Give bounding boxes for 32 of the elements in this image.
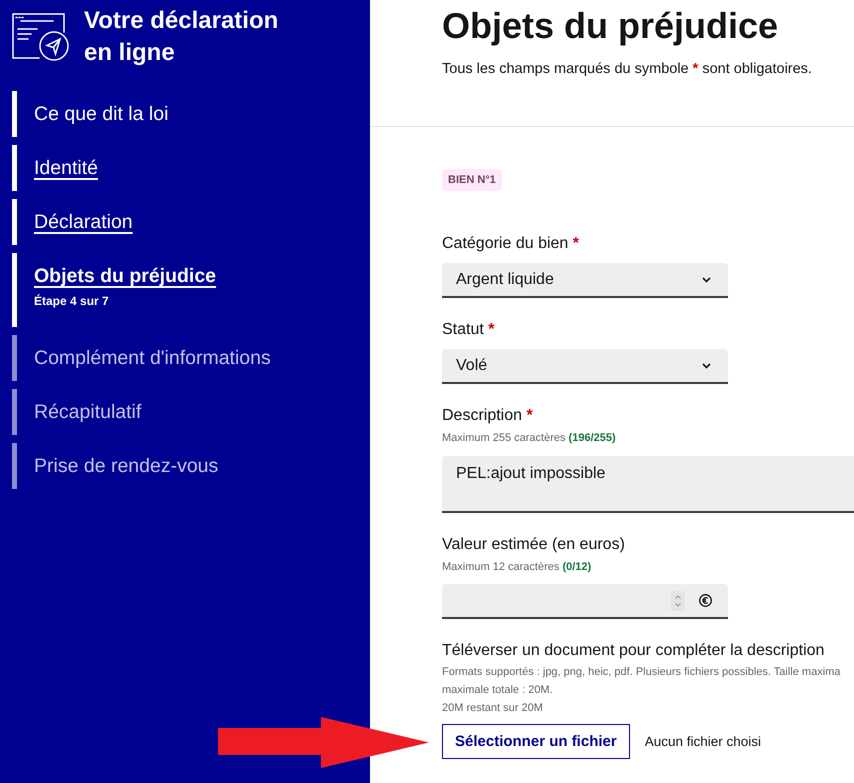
field-hint: Maximum 12 caractères (0/12) <box>442 560 592 575</box>
upload-quota: 20M restant sur 20M <box>442 701 543 716</box>
field-hint: Maximum 255 caractères (196/255) <box>442 431 616 446</box>
file-status: Aucun fichier choisi <box>644 734 762 749</box>
step-label: Complément d'informations <box>34 346 271 370</box>
field-label: Catégorie du bien * <box>442 234 579 254</box>
step-caption: Étape 4 sur 7 <box>34 293 109 309</box>
step-link[interactable]: Déclaration <box>34 210 133 234</box>
stepper-icon <box>671 590 685 610</box>
service-title: Votre déclaration en ligne <box>84 6 280 68</box>
chevron-down-icon <box>702 362 711 368</box>
description-field[interactable]: PEL:ajout impossible <box>442 456 854 513</box>
field-label: Statut * <box>442 320 494 340</box>
upload-hint: Formats supportés : jpg, png, heic, pdf. Plusieurs fichiers possibles. Taille maxima maximale totale : 20M. <box>442 665 840 698</box>
select-field[interactable]: Volé <box>442 349 728 384</box>
amount-field[interactable] <box>442 584 728 619</box>
item-badge: BIEN N°1 <box>442 169 502 191</box>
required-fields-note: Tous les champs marqués du symbole * sont obligatoires. <box>442 60 813 78</box>
select-field[interactable]: Argent liquide <box>442 263 728 298</box>
field-label: Valeur estimée (en euros) <box>442 535 625 555</box>
step-link[interactable]: Ce que dit la loi <box>34 102 168 126</box>
chevron-down-icon <box>702 276 711 282</box>
step-label: Récapitulatif <box>34 400 142 424</box>
select-file-button[interactable]: Sélectionner un fichier <box>442 724 630 759</box>
page-heading: Objets du préjudice <box>442 4 780 48</box>
logo-icon <box>12 13 70 61</box>
step-link[interactable]: Objets du préjudice <box>34 264 216 288</box>
step-link[interactable]: Identité <box>34 156 98 180</box>
euro-icon <box>699 594 712 607</box>
field-label: Téléverser un document pour compléter la description <box>442 641 824 661</box>
step-label: Prise de rendez-vous <box>34 454 218 478</box>
field-label: Description * <box>442 406 533 426</box>
